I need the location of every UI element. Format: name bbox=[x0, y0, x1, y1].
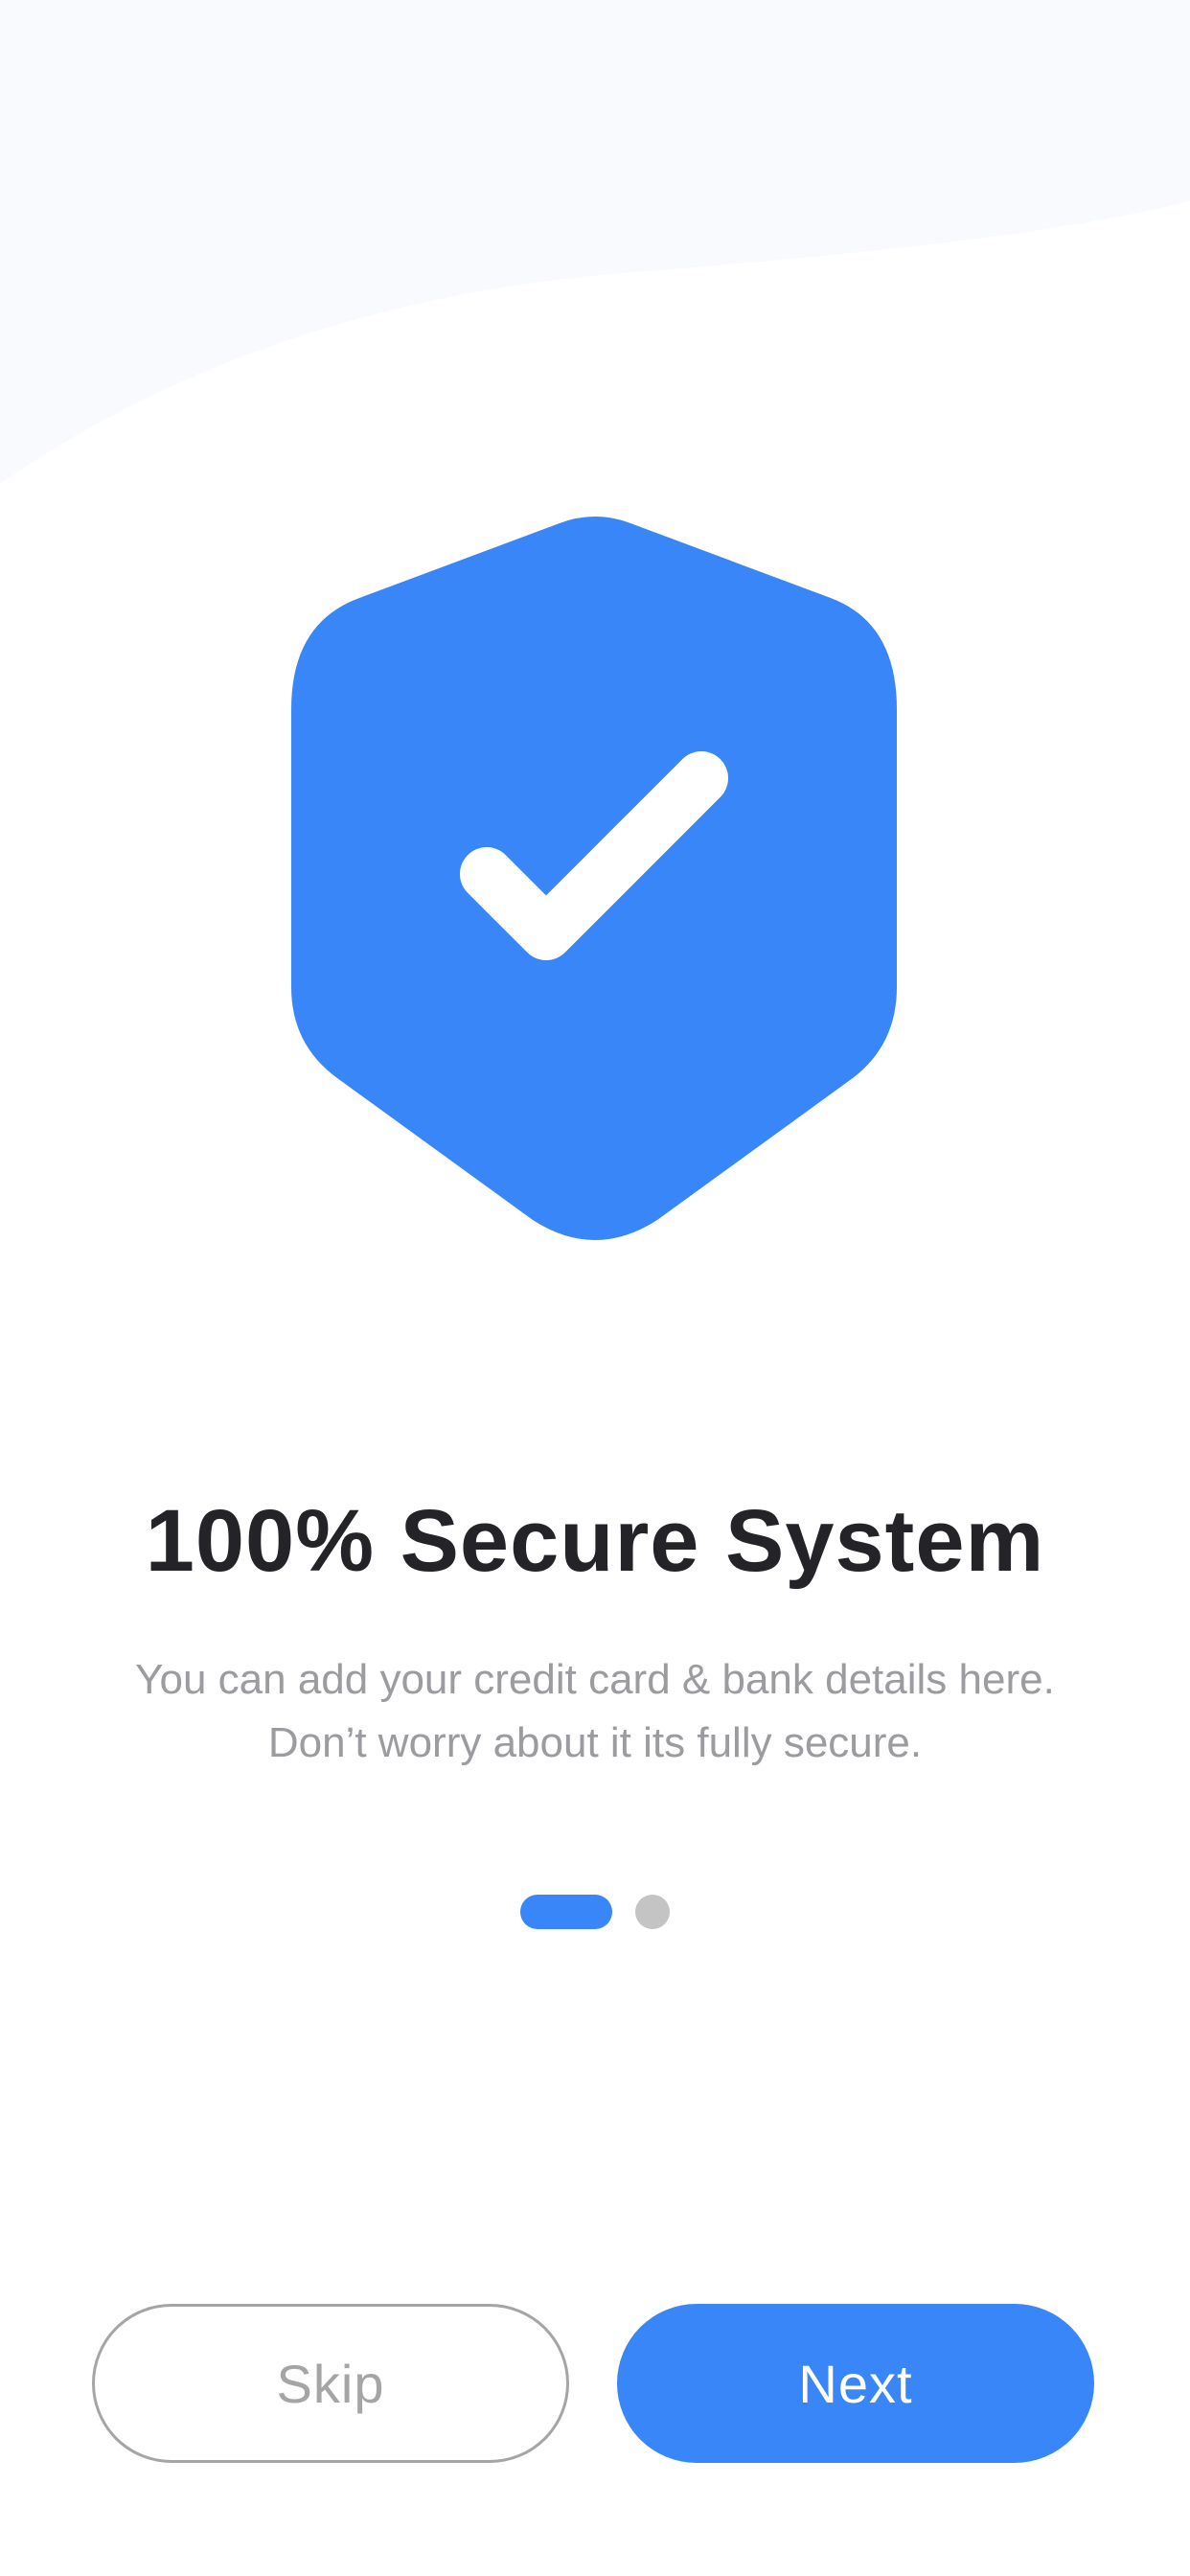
page-indicator bbox=[0, 1894, 1190, 1930]
next-button[interactable]: Next bbox=[617, 2304, 1094, 2463]
page-dot[interactable] bbox=[635, 1895, 670, 1929]
onboarding-description-line-1: You can add your credit card & bank deta… bbox=[135, 1656, 1055, 1703]
onboarding-title: 100% Secure System bbox=[145, 1492, 1045, 1590]
skip-button[interactable]: Skip bbox=[92, 2304, 569, 2463]
shield-check-icon bbox=[291, 517, 897, 1240]
hero-illustration bbox=[291, 517, 897, 1240]
page-dot-active[interactable] bbox=[520, 1895, 612, 1929]
onboarding-description: You can add your credit card & bank deta… bbox=[57, 1648, 1133, 1775]
onboarding-description-line-2: Don’t worry about it its fully secure. bbox=[267, 1719, 923, 1766]
